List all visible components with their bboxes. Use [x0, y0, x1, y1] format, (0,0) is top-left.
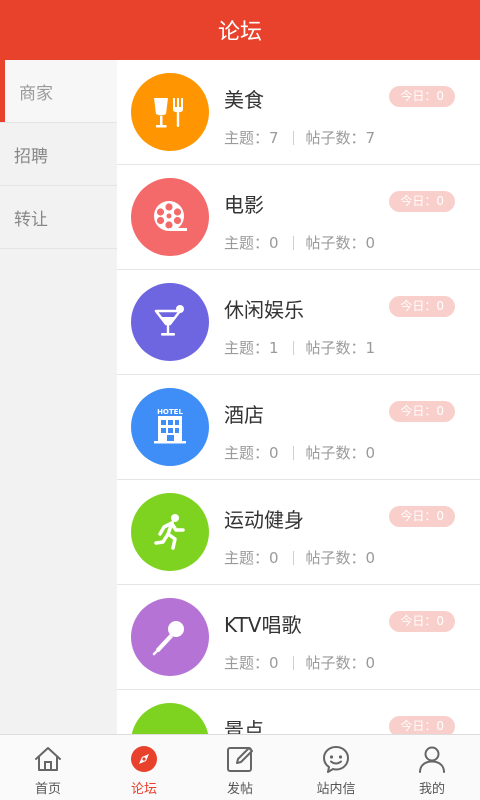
- microphone-icon: [131, 598, 209, 676]
- tab-label: 首页: [34, 782, 61, 797]
- forum-row-food[interactable]: 美食 今日：0 主题：7 帖子数：7: [117, 60, 480, 165]
- forum-row-leisure[interactable]: 休闲娱乐 今日：0 主题：1 帖子数：1: [117, 270, 480, 375]
- forum-stats: 主题：0 帖子数：0: [224, 547, 375, 568]
- tab-label: 论坛: [130, 782, 157, 797]
- profile-icon: [419, 746, 445, 773]
- post-count: 帖子数：7: [305, 129, 376, 147]
- topic-count: 主题：0: [224, 549, 279, 567]
- topic-count: 主题：0: [224, 654, 279, 672]
- post-count: 帖子数：0: [305, 549, 376, 567]
- forum-list: 美食 今日：0 主题：7 帖子数：7 电影 今日：0 主题：0 帖子数：0 休闲…: [117, 60, 480, 734]
- today-count-badge: 今日：0: [389, 716, 455, 734]
- bottom-tab-bar: 首页 论坛 发帖 站内信 我的: [0, 734, 480, 800]
- tab-forum[interactable]: 论坛: [96, 735, 192, 800]
- forum-name: 美食: [224, 88, 264, 112]
- compose-icon: [227, 747, 253, 772]
- today-count-badge: 今日：0: [389, 86, 455, 107]
- divider: [292, 235, 294, 250]
- sidebar-item-merchant[interactable]: 商家: [0, 60, 117, 123]
- message-icon: [323, 746, 349, 773]
- topic-count: 主题：1: [224, 339, 279, 357]
- divider: [292, 340, 294, 355]
- tab-label: 站内信: [316, 782, 356, 797]
- app-header: 论坛: [0, 0, 480, 60]
- divider: [292, 655, 294, 670]
- forum-row-ktv[interactable]: KTV唱歌 今日：0 主题：0 帖子数：0: [117, 585, 480, 690]
- topic-count: 主题：7: [224, 129, 279, 147]
- divider: [292, 445, 294, 460]
- today-count-badge: 今日：0: [389, 296, 455, 317]
- tab-home[interactable]: 首页: [0, 735, 96, 800]
- forum-name: 景点: [224, 718, 264, 734]
- tab-post[interactable]: 发帖: [192, 735, 288, 800]
- sidebar-item-recruitment[interactable]: 招聘: [0, 123, 117, 186]
- sidebar-item-transfer[interactable]: 转让: [0, 186, 117, 249]
- forum-name: 运动健身: [224, 508, 304, 532]
- forum-name: 酒店: [224, 403, 264, 427]
- tab-messages[interactable]: 站内信: [288, 735, 384, 800]
- post-count: 帖子数：0: [305, 654, 376, 672]
- tab-mine[interactable]: 我的: [384, 735, 480, 800]
- forum-stats: 主题：0 帖子数：0: [224, 442, 375, 463]
- forum-stats: 主题：0 帖子数：0: [224, 232, 375, 253]
- food-icon: [131, 73, 209, 151]
- forum-row-fitness[interactable]: 运动健身 今日：0 主题：0 帖子数：0: [117, 480, 480, 585]
- today-count-badge: 今日：0: [389, 506, 455, 527]
- page-title: 论坛: [217, 20, 262, 45]
- compass-icon: [131, 746, 157, 772]
- home-icon: [35, 747, 61, 771]
- divider: [292, 130, 294, 145]
- forum-stats: 主题：1 帖子数：1: [224, 337, 375, 358]
- today-count-badge: 今日：0: [389, 611, 455, 632]
- topic-count: 主题：0: [224, 444, 279, 462]
- post-count: 帖子数：0: [305, 444, 376, 462]
- divider: [292, 550, 294, 565]
- category-sidebar: 商家 招聘 转让: [0, 60, 117, 734]
- forum-name: 电影: [224, 193, 264, 217]
- mountain-icon: [131, 703, 209, 734]
- today-count-badge: 今日：0: [389, 191, 455, 212]
- forum-name: KTV唱歌: [224, 613, 302, 637]
- forum-row-scenic[interactable]: 景点 今日：0: [117, 690, 480, 734]
- forum-stats: 主题：0 帖子数：0: [224, 652, 375, 673]
- forum-row-hotel[interactable]: HOTEL 酒店 今日：0 主题：0 帖子数：0: [117, 375, 480, 480]
- hotel-icon: HOTEL: [131, 388, 209, 466]
- tab-label: 我的: [418, 782, 445, 797]
- running-icon: [131, 493, 209, 571]
- forum-name: 休闲娱乐: [224, 298, 304, 322]
- hotel-sign-text: HOTEL: [157, 408, 183, 416]
- film-reel-icon: [131, 178, 209, 256]
- forum-stats: 主题：7 帖子数：7: [224, 127, 375, 148]
- forum-row-movie[interactable]: 电影 今日：0 主题：0 帖子数：0: [117, 165, 480, 270]
- post-count: 帖子数：1: [305, 339, 376, 357]
- topic-count: 主题：0: [224, 234, 279, 252]
- cocktail-icon: [131, 283, 209, 361]
- post-count: 帖子数：0: [305, 234, 376, 252]
- today-count-badge: 今日：0: [389, 401, 455, 422]
- tab-label: 发帖: [226, 782, 253, 797]
